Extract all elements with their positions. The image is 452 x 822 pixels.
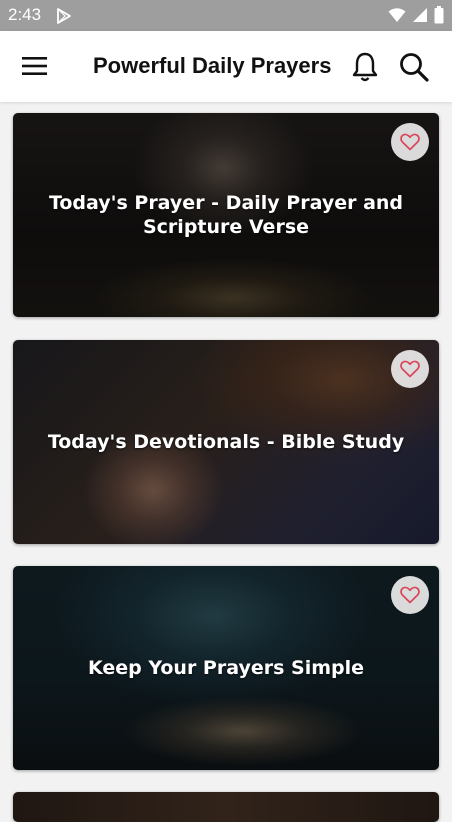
card-title: Keep Your Prayers Simple: [87, 657, 365, 679]
menu-button[interactable]: [22, 55, 48, 77]
status-bar: 2:43: [0, 0, 452, 31]
card-title: Today's Prayer - Daily Prayer and Script…: [48, 192, 404, 238]
heart-outline-icon: [400, 586, 420, 604]
play-store-icon: [56, 8, 72, 29]
prayer-card-partial[interactable]: [13, 792, 439, 822]
app-bar: Powerful Daily Prayers: [0, 31, 452, 102]
favorite-button[interactable]: [391, 123, 429, 161]
search-icon: [400, 53, 429, 82]
simple-prayers-card[interactable]: Keep Your Prayers Simple: [13, 566, 439, 770]
hamburger-menu-icon: [22, 57, 47, 75]
card-overlay: [13, 792, 439, 822]
status-time: 2:43: [8, 5, 42, 24]
status-icons: [388, 6, 444, 29]
search-button[interactable]: [398, 51, 430, 83]
signal-icon: [412, 7, 428, 28]
devotional-card[interactable]: Today's Devotionals - Bible Study: [13, 340, 439, 544]
heart-outline-icon: [400, 360, 420, 378]
wifi-icon: [388, 7, 406, 28]
bell-icon: [352, 52, 378, 82]
favorite-button[interactable]: [391, 576, 429, 614]
notifications-button[interactable]: [350, 51, 380, 83]
favorite-button[interactable]: [391, 350, 429, 388]
heart-outline-icon: [400, 133, 420, 151]
prayer-card[interactable]: Today's Prayer - Daily Prayer and Script…: [13, 113, 439, 317]
battery-icon: [434, 6, 444, 29]
app-title: Powerful Daily Prayers: [93, 53, 332, 78]
card-title: Today's Devotionals - Bible Study: [47, 431, 405, 453]
